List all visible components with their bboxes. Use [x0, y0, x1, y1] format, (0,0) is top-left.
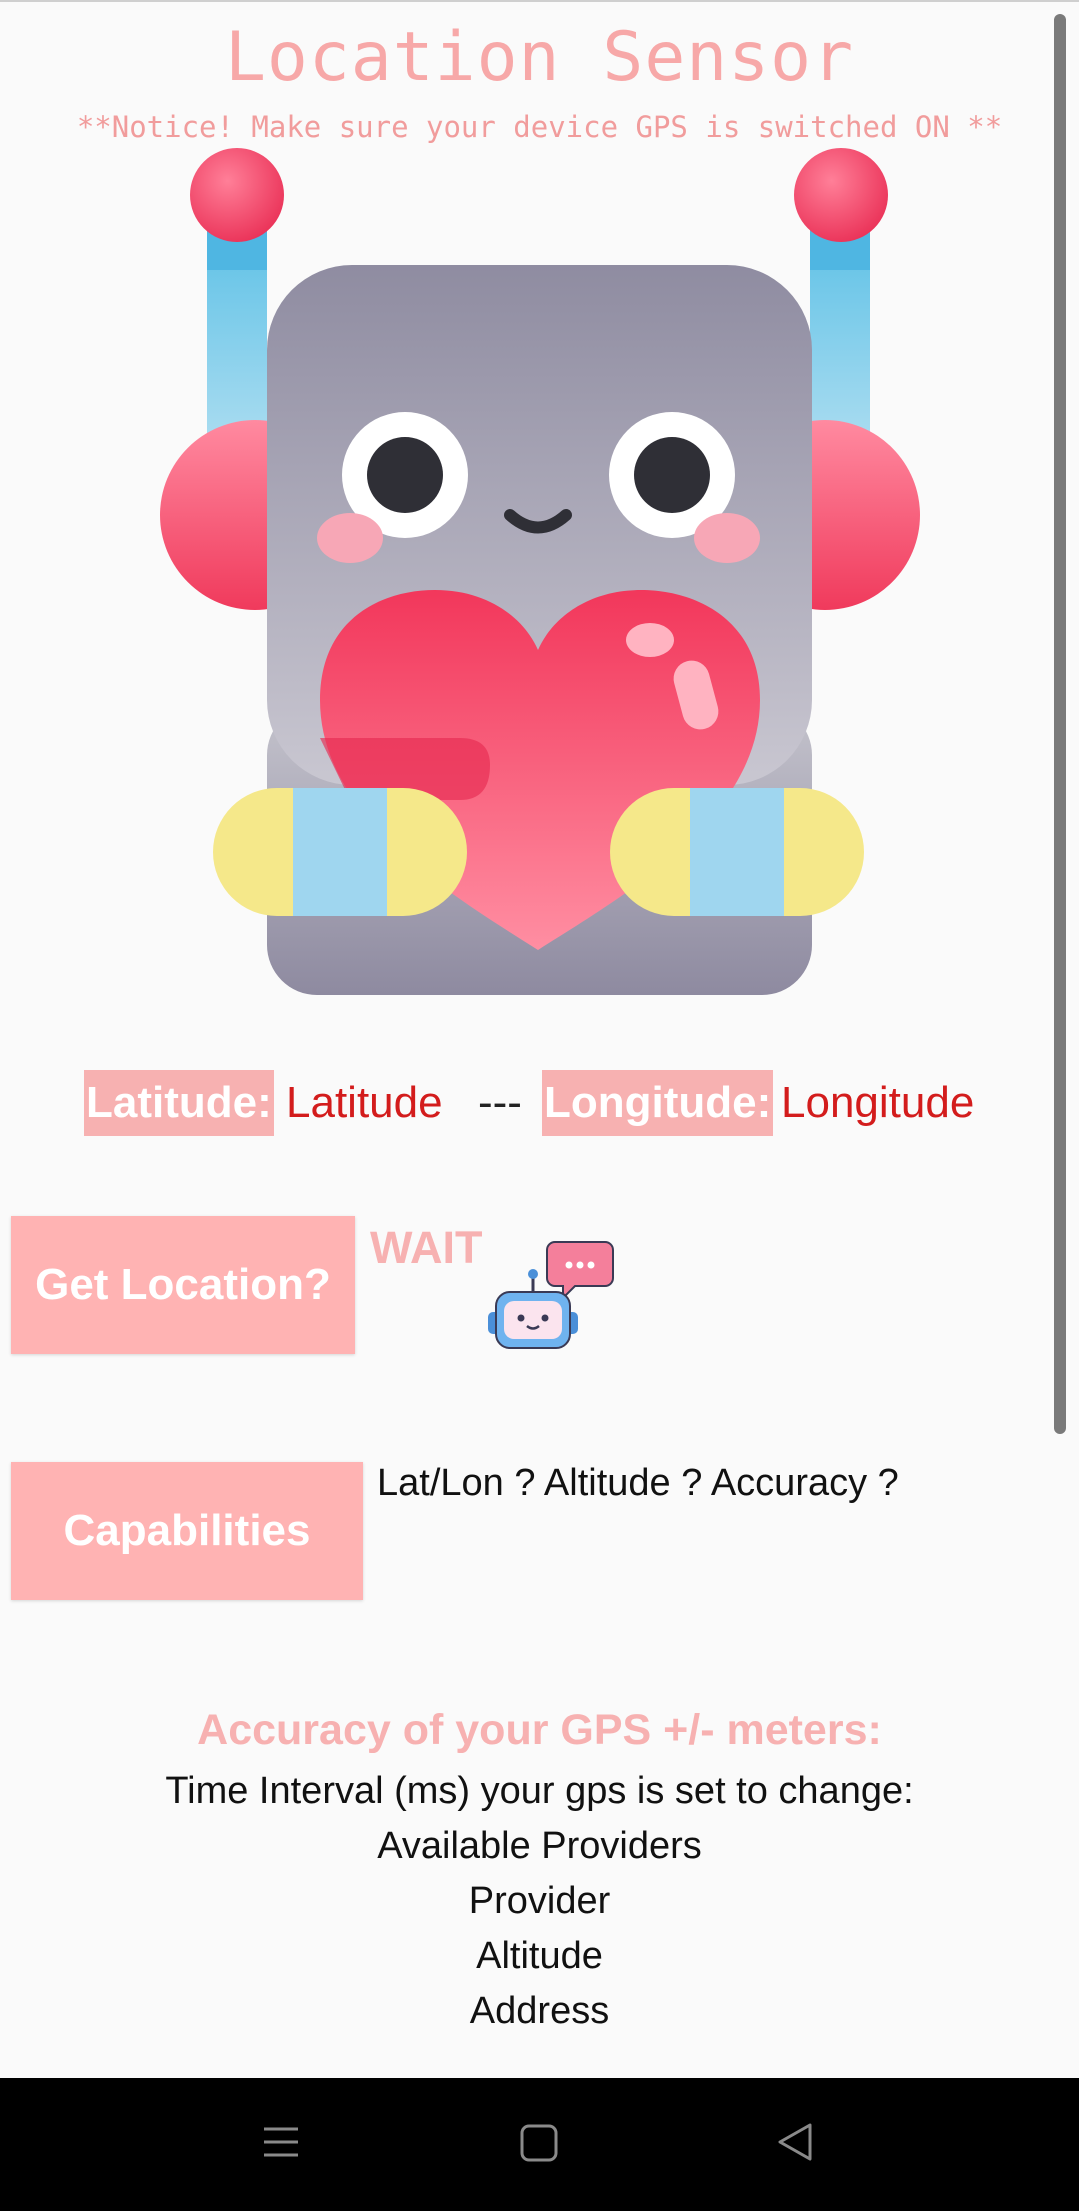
back-triangle-icon[interactable]: [776, 2122, 814, 2162]
top-divider: [0, 0, 1079, 2]
page-title: Location Sensor: [224, 18, 855, 97]
capabilities-summary: Lat/Lon ? Altitude ? Accuracy ?: [377, 1462, 899, 1504]
coordinates-row: Latitude: Latitude --- Longitude: Longit…: [84, 1070, 1024, 1136]
altitude-text: Altitude: [476, 1935, 603, 1977]
system-navigation-bar: [0, 2078, 1079, 2211]
get-location-label: Get Location?: [35, 1260, 331, 1309]
chat-robot-icon: [488, 1241, 614, 1349]
accuracy-title: Accuracy of your GPS +/- meters:: [197, 1706, 882, 1754]
coords-separator: ---: [478, 1078, 522, 1127]
longitude-label: Longitude:: [542, 1070, 774, 1136]
available-providers-text: Available Providers: [377, 1825, 702, 1867]
latitude-label: Latitude:: [84, 1070, 274, 1136]
robot-holding-heart-icon: [160, 148, 920, 995]
time-interval-text: Time Interval (ms) your gps is set to ch…: [165, 1770, 914, 1812]
location-status: WAIT: [370, 1222, 483, 1273]
capabilities-label: Capabilities: [63, 1506, 311, 1555]
longitude-value: Longitude: [781, 1078, 975, 1127]
provider-text: Provider: [468, 1880, 611, 1922]
scrollbar[interactable]: [1054, 14, 1066, 1434]
home-square-icon[interactable]: [520, 2123, 558, 2163]
get-location-button[interactable]: Get Location?: [11, 1216, 355, 1354]
menu-icon[interactable]: [262, 2123, 300, 2161]
capabilities-button[interactable]: Capabilities: [11, 1462, 363, 1600]
latitude-value: Latitude: [286, 1078, 443, 1127]
gps-notice: **Notice! Make sure your device GPS is s…: [76, 110, 1003, 144]
address-text: Address: [469, 1990, 610, 2032]
